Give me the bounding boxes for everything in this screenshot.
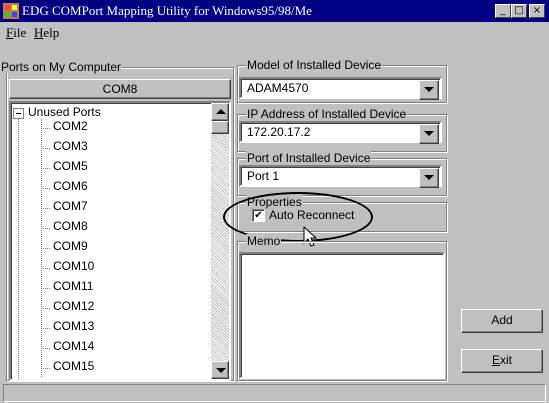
tree-item-com8[interactable]: COM8 — [53, 219, 88, 233]
tree-item-com13[interactable]: COM13 — [53, 319, 94, 333]
maximize-icon: □ — [514, 5, 524, 16]
ports-tree[interactable]: Unused Ports COM2 COM3 COM5 COM6 COM7 COM8 COM… — [9, 101, 231, 381]
scroll-down-button[interactable] — [211, 361, 229, 379]
tree-item-com10[interactable]: COM10 — [53, 259, 94, 273]
model-dropdown-button[interactable] — [419, 80, 439, 100]
selected-port-text: COM8 — [102, 82, 138, 96]
chevron-down-icon — [424, 87, 434, 92]
port-value: Port 1 — [247, 169, 280, 183]
tree-root-unused-ports[interactable]: Unused Ports — [28, 105, 101, 119]
window-title: EDG COMPort Mapping Utility for Windows9… — [22, 3, 312, 18]
menu-file[interactable]: File — [6, 25, 26, 41]
tree-item-com6[interactable]: COM6 — [53, 179, 88, 193]
tree-item-com9[interactable]: COM9 — [53, 239, 88, 253]
arrow-up-icon — [216, 109, 226, 114]
ports-scrollbar[interactable] — [211, 103, 229, 379]
tree-item-com5[interactable]: COM5 — [53, 159, 88, 173]
exit-button[interactable]: Exit — [461, 349, 543, 373]
title-bar[interactable]: EDG COMPort Mapping Utility for Windows9… — [0, 0, 549, 22]
close-button[interactable]: × — [529, 4, 545, 18]
ip-group-label: IP Address of Installed Device — [246, 107, 408, 121]
memo-textarea[interactable] — [239, 252, 445, 379]
tree-item-com11[interactable]: COM11 — [53, 279, 93, 293]
tree-item-com12[interactable]: COM12 — [53, 299, 94, 313]
model-group-label: Model of Installed Device — [246, 58, 383, 72]
chevron-down-icon — [424, 175, 434, 180]
ip-value[interactable]: 172.20.17.2 — [247, 125, 310, 139]
port-group-label: Port of Installed Device — [246, 151, 372, 165]
scroll-thumb[interactable] — [211, 121, 229, 134]
add-button-label: Add — [491, 313, 513, 327]
minimize-button[interactable]: _ — [495, 4, 511, 18]
port-dropdown-button[interactable] — [419, 168, 439, 188]
memo-group-label: Memo — [246, 234, 282, 248]
exit-button-label: Exit — [491, 353, 512, 367]
minimize-icon: _ — [500, 5, 506, 16]
scroll-up-button[interactable] — [211, 103, 229, 121]
menu-help[interactable]: Help — [34, 25, 59, 41]
arrow-down-icon — [216, 368, 226, 373]
tree-item-com3[interactable]: COM3 — [53, 139, 88, 153]
tree-item-com14[interactable]: COM14 — [53, 339, 94, 353]
ports-group-label: Ports on My Computer — [0, 60, 123, 74]
tree-item-com7[interactable]: COM7 — [53, 199, 88, 213]
port-dropdown[interactable]: Port 1 — [239, 165, 442, 188]
close-icon: × — [532, 5, 542, 16]
status-bar — [3, 384, 546, 402]
ip-dropdown-button[interactable] — [419, 124, 439, 144]
ip-dropdown[interactable]: 172.20.17.2 — [239, 121, 442, 144]
tree-item-com15[interactable]: COM15 — [53, 359, 94, 373]
model-dropdown[interactable]: ADAM4570 — [239, 77, 442, 100]
selected-port-display: COM8 — [9, 79, 231, 99]
add-button[interactable]: Add — [461, 309, 543, 333]
model-value: ADAM4570 — [247, 81, 309, 95]
chevron-down-icon — [424, 131, 434, 136]
menu-bar: File Help — [0, 22, 549, 42]
tree-item-com2[interactable]: COM2 — [53, 119, 88, 133]
maximize-button[interactable]: □ — [511, 4, 527, 18]
app-icon[interactable] — [3, 3, 19, 19]
